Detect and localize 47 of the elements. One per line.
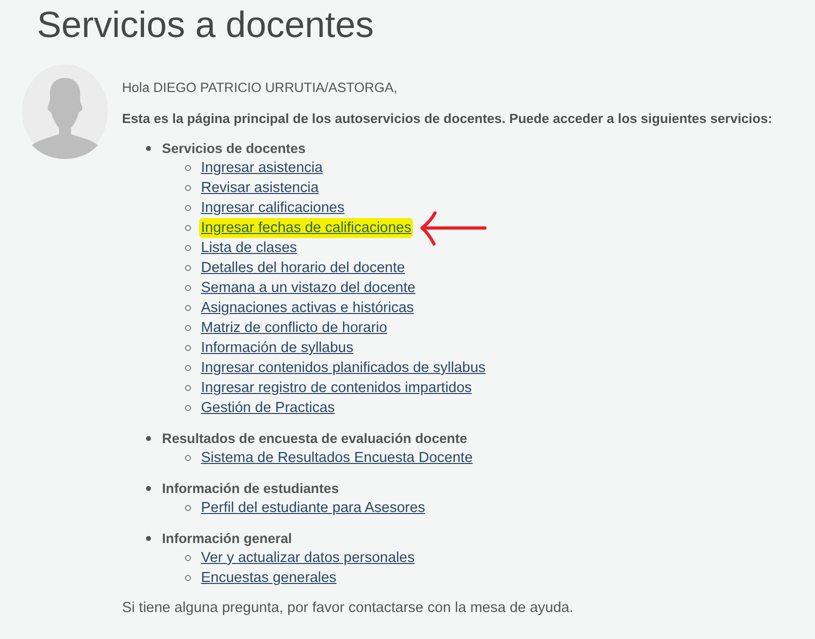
bullet-ring-icon: [185, 185, 191, 191]
bullet-ring-icon: [185, 345, 191, 351]
section-heading: Información general: [162, 530, 292, 546]
bullet-ring-icon: [185, 205, 191, 211]
service-link[interactable]: Ver y actualizar datos personales: [201, 548, 415, 568]
bullet-ring-icon: [185, 385, 191, 391]
service-link[interactable]: Asignaciones activas e históricas: [201, 298, 414, 318]
bullet-ring-icon: [185, 555, 191, 561]
section-heading: Información de estudiantes: [162, 480, 339, 496]
avatar-icon: [22, 64, 108, 159]
page-title: Servicios a docentes: [37, 3, 374, 47]
bullet-ring-icon: [185, 405, 191, 411]
service-link[interactable]: Sistema de Resultados Encuesta Docente: [201, 448, 473, 468]
service-link[interactable]: Ingresar registro de contenidos impartidos: [201, 378, 472, 398]
intro-text: Esta es la página principal de los autoservicios de docentes. Puede acceder a los siguientes servicios:: [122, 110, 772, 128]
section-heading: Servicios de docentes: [162, 140, 306, 156]
service-link[interactable]: Ingresar fechas de calificaciones: [199, 218, 414, 238]
service-link[interactable]: Encuestas generales: [201, 568, 336, 588]
bullet-ring-icon: [185, 165, 191, 171]
service-link[interactable]: Revisar asistencia: [201, 178, 319, 198]
service-link[interactable]: Detalles del horario del docente: [201, 258, 405, 278]
section-heading: Resultados de encuesta de evaluación docente: [162, 430, 468, 446]
bullet-ring-icon: [185, 325, 191, 331]
service-link[interactable]: Ingresar asistencia: [201, 158, 323, 178]
bullet-ring-icon: [185, 225, 191, 231]
bullet-ring-icon: [185, 575, 191, 581]
bullet-dot-icon: [146, 146, 151, 150]
bullet-ring-icon: [185, 455, 191, 461]
service-link[interactable]: Semana a un vistazo del docente: [201, 278, 416, 298]
bullet-dot-icon: [146, 486, 151, 490]
bullet-ring-icon: [185, 245, 191, 251]
service-link[interactable]: Información de syllabus: [201, 338, 354, 358]
service-link[interactable]: Ingresar calificaciones: [201, 198, 344, 218]
bullet-ring-icon: [185, 305, 191, 311]
bullet-ring-icon: [185, 285, 191, 291]
bullet-dot-icon: [146, 536, 151, 540]
service-link[interactable]: Ingresar contenidos planificados de syllabus: [201, 358, 486, 378]
bullet-dot-icon: [146, 436, 151, 440]
greeting-text: Hola DIEGO PATRICIO URRUTIA/ASTORGA,: [122, 79, 398, 97]
bullet-ring-icon: [185, 265, 191, 271]
service-link[interactable]: Matriz de conflicto de horario: [201, 318, 388, 338]
service-link[interactable]: Lista de clases: [201, 238, 297, 258]
bullet-ring-icon: [185, 505, 191, 511]
bullet-ring-icon: [185, 365, 191, 371]
help-text: Si tiene alguna pregunta, por favor contactarse con la mesa de ayuda.: [122, 599, 574, 618]
service-link[interactable]: Perfil del estudiante para Asesores: [201, 498, 426, 518]
service-link[interactable]: Gestión de Practicas: [201, 398, 335, 418]
